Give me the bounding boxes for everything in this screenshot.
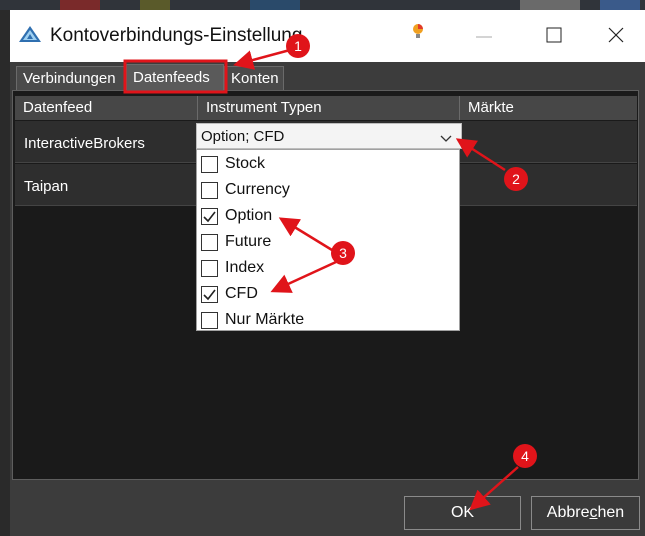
checkbox[interactable] <box>201 182 218 199</box>
checkmark-icon <box>203 211 216 223</box>
tab-verbindungen[interactable]: Verbindungen <box>16 66 126 90</box>
close-button[interactable] <box>594 18 638 52</box>
option-label: Future <box>225 233 272 250</box>
option-index[interactable]: Index <box>201 258 451 282</box>
close-icon <box>608 27 624 43</box>
chevron-down-icon[interactable] <box>439 130 453 148</box>
option-label: Nur Märkte <box>225 311 305 328</box>
option-nur-maerkte[interactable]: Nur Märkte <box>201 310 451 334</box>
datafeed-name: InteractiveBrokers <box>24 135 145 152</box>
combobox-value: Option; CFD <box>201 128 285 145</box>
checkbox[interactable] <box>201 156 218 173</box>
option-currency[interactable]: Currency <box>201 180 451 204</box>
option-label: Stock <box>225 155 266 172</box>
minimize-button[interactable] <box>462 18 506 52</box>
option-option[interactable]: Option <box>201 206 451 230</box>
ok-button[interactable]: OK <box>404 496 521 530</box>
checkbox-checked[interactable] <box>201 208 218 225</box>
app-triangle-icon <box>18 25 42 48</box>
datafeed-name: Taipan <box>24 178 69 195</box>
tab-datenfeeds[interactable]: Datenfeeds <box>126 64 224 91</box>
cancel-label-part: Abbre <box>546 504 590 521</box>
window-title: Kontoverbindungs-Einstellung <box>50 25 303 46</box>
column-header-markets[interactable]: Märkte <box>460 96 637 120</box>
maximize-button[interactable] <box>532 18 576 52</box>
option-label: Index <box>225 259 265 276</box>
cancel-label-part: hen <box>597 504 625 521</box>
checkbox-checked[interactable] <box>201 286 218 303</box>
option-label: CFD <box>225 285 258 302</box>
option-cfd[interactable]: CFD <box>201 284 451 308</box>
checkbox[interactable] <box>201 234 218 251</box>
instrument-types-dropdown-list: Stock Currency Option Future Index CFD N… <box>196 149 460 331</box>
cancel-label-mnemonic: c <box>589 504 598 521</box>
checkbox[interactable] <box>201 260 218 277</box>
checkmark-icon <box>203 289 216 301</box>
minimize-icon <box>476 36 492 38</box>
desktop-background-strip <box>0 0 645 10</box>
column-header-datafeed[interactable]: Datenfeed <box>15 96 198 120</box>
column-header-instrument-types[interactable]: Instrument Typen <box>198 96 460 120</box>
option-label: Option <box>225 207 273 224</box>
checkbox[interactable] <box>201 312 218 329</box>
title-bar[interactable]: Kontoverbindungs-Einstellung <box>10 10 645 63</box>
lightbulb-icon[interactable] <box>412 23 424 44</box>
tab-konten[interactable]: Konten <box>224 66 284 90</box>
instrument-types-combobox[interactable]: Option; CFD <box>196 123 462 149</box>
cancel-button[interactable]: Abbrechen <box>531 496 640 530</box>
maximize-icon <box>546 27 562 43</box>
option-label: Currency <box>225 181 290 198</box>
option-stock[interactable]: Stock <box>201 154 451 178</box>
option-future[interactable]: Future <box>201 232 451 256</box>
